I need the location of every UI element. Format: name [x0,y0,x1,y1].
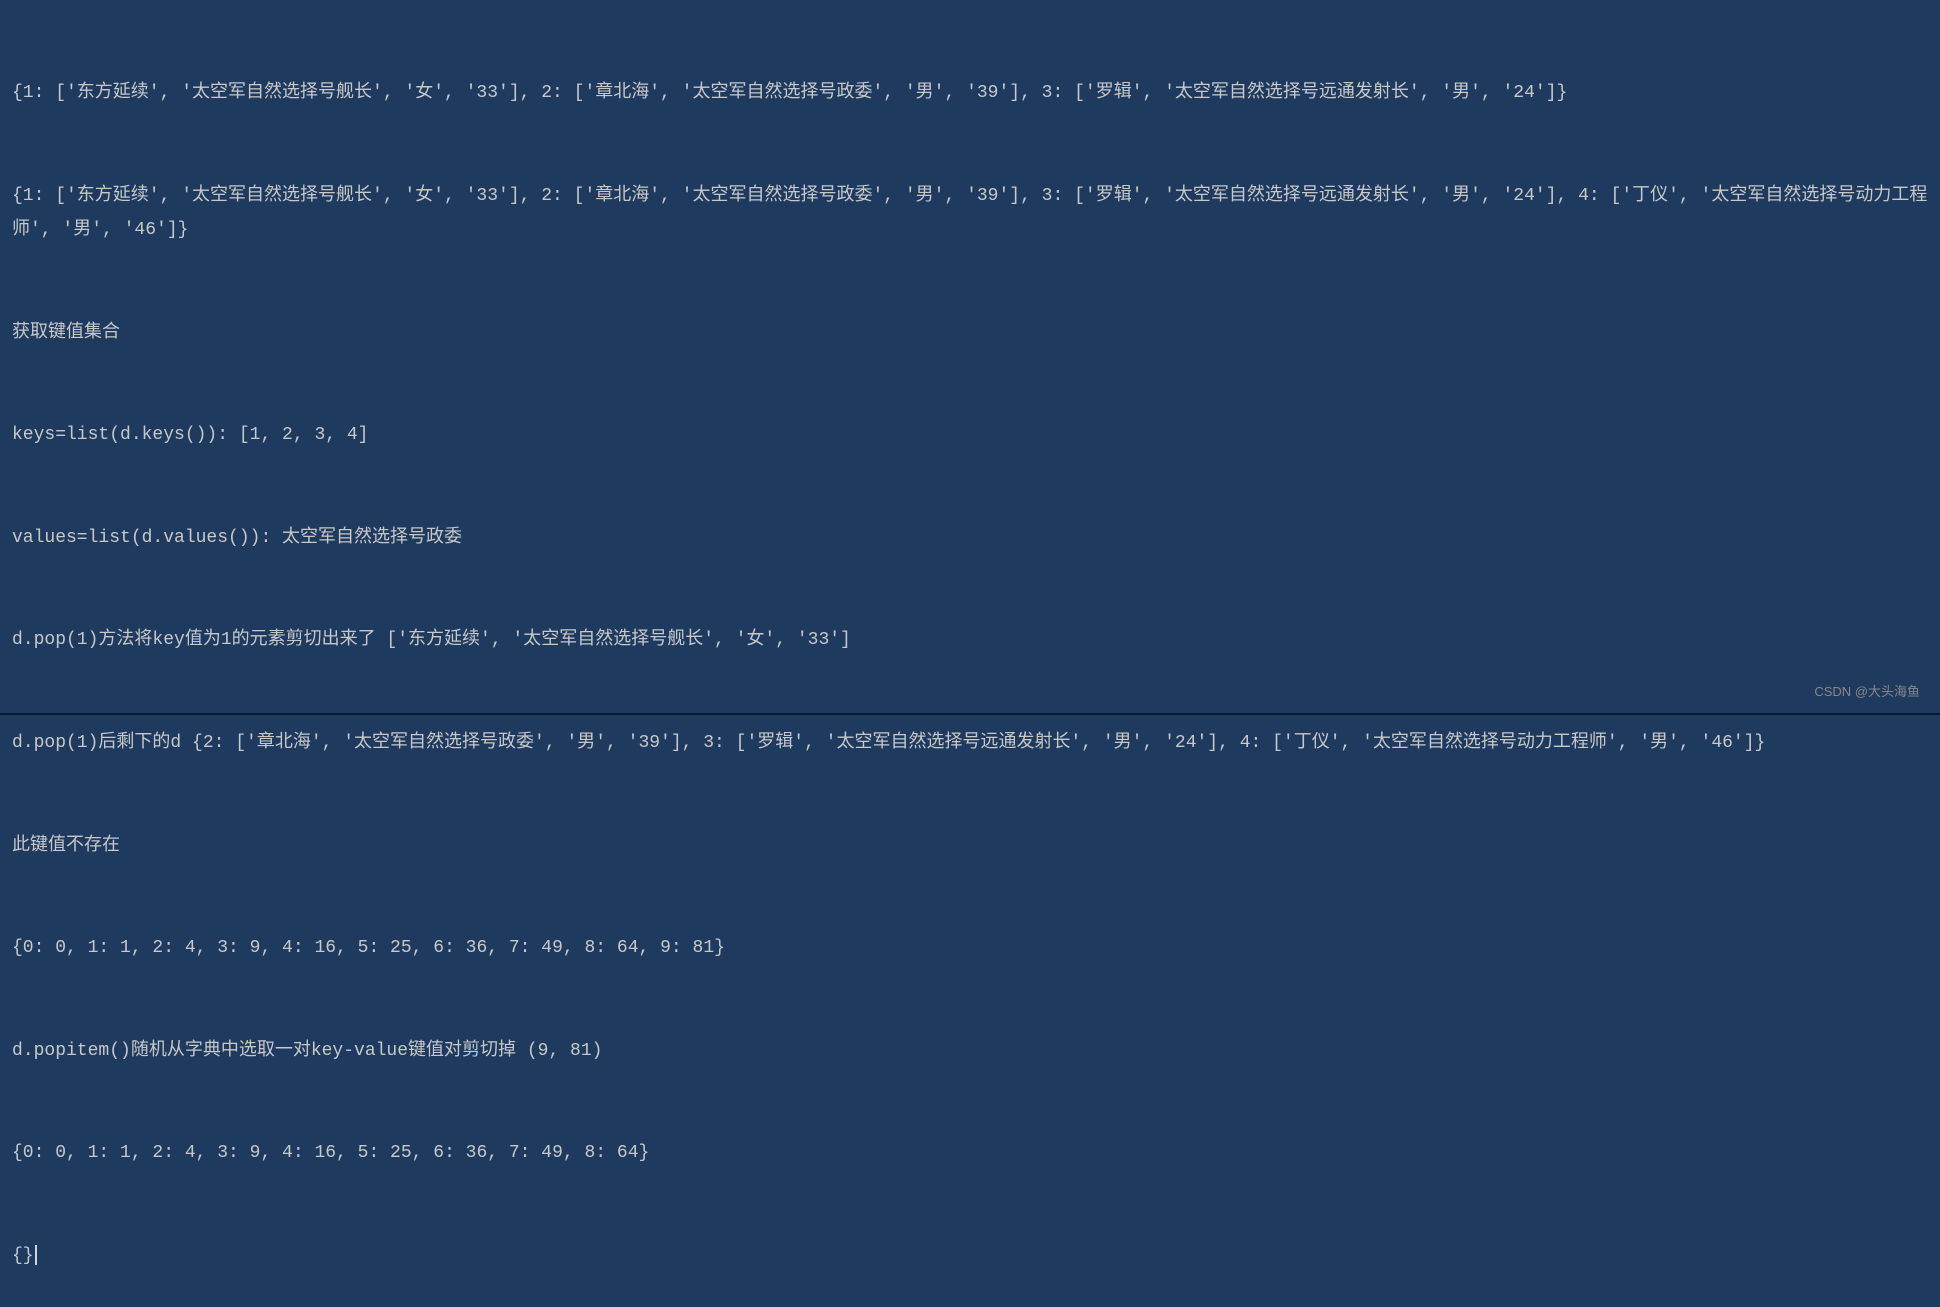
output-line: d.popitem()随机从字典中选取一对key-value键值对剪切掉 (9,… [12,1034,1928,1068]
output-line: 获取键值集合 [12,316,1928,350]
output-line: keys=list(d.keys()): [1, 2, 3, 4] [12,418,1928,452]
watermark-text: CSDN @大头海鱼 [1814,680,1920,705]
terminal-cursor [35,1245,37,1265]
output-line: 此键值不存在 [12,829,1928,863]
output-line: {} [12,1239,1928,1273]
output-line: {0: 0, 1: 1, 2: 4, 3: 9, 4: 16, 5: 25, 6… [12,1136,1928,1170]
output-line: d.pop(1)方法将key值为1的元素剪切出来了 ['东方延续', '太空军自… [12,623,1928,657]
output-line: {0: 0, 1: 1, 2: 4, 3: 9, 4: 16, 5: 25, 6… [12,931,1928,965]
output-text: {} [12,1246,34,1266]
output-line: {1: ['东方延续', '太空军自然选择号舰长', '女', '33'], 2… [12,76,1928,110]
output-line: d.pop(1)后剩下的d {2: ['章北海', '太空军自然选择号政委', … [12,726,1928,760]
output-line: values=list(d.values()): 太空军自然选择号政委 [12,521,1928,555]
output-line: {1: ['东方延续', '太空军自然选择号舰长', '女', '33'], 2… [12,179,1928,247]
terminal-output: {1: ['东方延续', '太空军自然选择号舰长', '女', '33'], 2… [12,8,1928,1307]
